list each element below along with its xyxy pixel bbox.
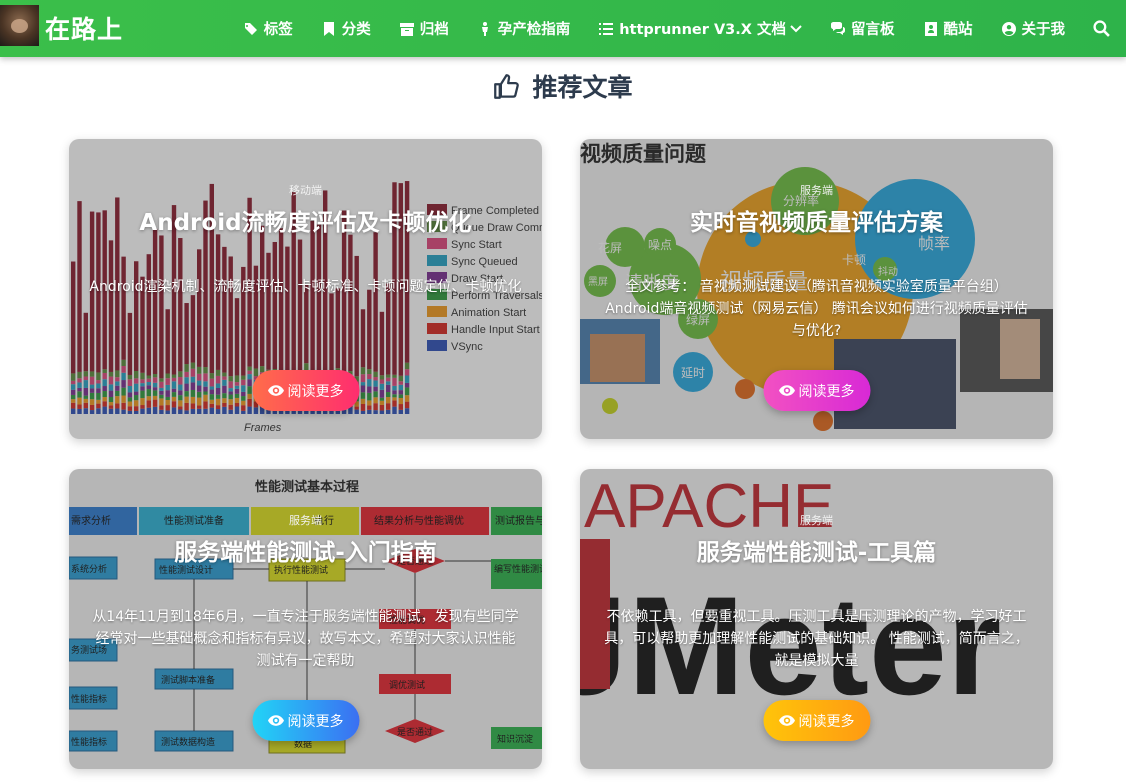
comments-icon — [831, 21, 845, 35]
nav-item-label: 留言板 — [851, 22, 895, 38]
article-card[interactable]: Frame Completed Queue Draw Command Sync … — [69, 139, 542, 439]
nav-item-categories[interactable]: 分类 — [321, 18, 371, 39]
nav-item-pregnancy-guide[interactable]: 孕产检指南 — [477, 18, 571, 39]
nav-item-httprunner-docs[interactable]: httprunner V3.X 文档 — [598, 18, 802, 39]
section-title-text: 推荐文章 — [532, 73, 633, 102]
card-content: 服务端 服务端性能测试-工具篇 不依赖工具，但要重视工具。压测工具是压测理论的产… — [580, 469, 1053, 769]
site-brand[interactable]: 在路上 — [45, 10, 123, 46]
eye-icon — [779, 385, 795, 396]
top-navbar: 在路上 标签 分类 归档 孕产检指南 httprunner V3.X 文档 留言… — [0, 0, 1126, 57]
nav-item-label: 分类 — [341, 22, 371, 38]
card-title[interactable]: 实时音视频质量评估方案 — [580, 203, 1053, 237]
nav-item-label: httprunner V3.X 文档 — [619, 22, 786, 38]
article-card[interactable]: 性能测试基本过程 需求分析 性能测试准备 执行 结果分析与性能调优 测试报告与 — [69, 469, 542, 769]
nav-item-label: 标签 — [263, 22, 293, 38]
card-category[interactable]: 服务端 — [580, 182, 1053, 198]
list-icon — [599, 22, 614, 35]
search-icon[interactable] — [1093, 20, 1110, 37]
read-more-label: 阅读更多 — [287, 713, 344, 730]
card-content: 服务端 实时音视频质量评估方案 全文参考： 音视频测试建议（腾讯音视频实验室质量… — [580, 139, 1053, 439]
card-title[interactable]: 服务端性能测试-入门指南 — [69, 533, 542, 567]
tags-icon — [243, 22, 257, 35]
card-title[interactable]: 服务端性能测试-工具篇 — [580, 533, 1053, 567]
person-icon — [481, 21, 488, 36]
nav-item-label: 酷站 — [943, 22, 973, 38]
nav-item-archives[interactable]: 归档 — [399, 18, 449, 39]
article-card[interactable]: 视频质量问题 分辨率 帧率 视频质量 清晰度 花屏 噪点 卡顿 抖动 黑屏 绿屏… — [580, 139, 1053, 439]
card-category[interactable]: 移动端 — [69, 182, 542, 198]
read-more-label: 阅读更多 — [798, 383, 855, 400]
card-summary: 不依赖工具，但要重视工具。压测工具是压测理论的产物，学习好工具，可以帮助更加理解… — [604, 609, 1029, 669]
user-circle-icon — [1001, 21, 1016, 36]
avatar[interactable] — [0, 5, 39, 46]
bookmark-icon — [323, 21, 334, 36]
card-title[interactable]: Android流畅度评估及卡顿优化 — [69, 203, 542, 237]
chevron-down-icon — [790, 24, 802, 32]
thumbs-up-icon — [494, 73, 520, 99]
nav-item-label: 关于我 — [1021, 22, 1066, 38]
card-summary: 从14年11月到18年6月，一直专注于服务端性能测试，发现有些同学经常对一些基础… — [92, 609, 519, 669]
card-summary: Android渲染机制、流畅度评估、卡顿标准、卡顿问题定位、卡顿优化 — [89, 279, 522, 295]
nav-item-guestbook[interactable]: 留言板 — [830, 18, 895, 39]
eye-icon — [779, 715, 795, 726]
eye-icon — [268, 715, 284, 726]
nav-item-label: 归档 — [419, 22, 449, 38]
read-more-button[interactable]: 阅读更多 — [763, 700, 870, 741]
card-content: 移动端 Android流畅度评估及卡顿优化 Android渲染机制、流畅度评估、… — [69, 139, 542, 439]
read-more-button[interactable]: 阅读更多 — [252, 700, 359, 741]
nav-item-cool-sites[interactable]: 酷站 — [923, 18, 973, 39]
card-content: 服务端 服务端性能测试-入门指南 从14年11月到18年6月，一直专注于服务端性… — [69, 469, 542, 769]
contact-icon — [924, 21, 937, 36]
read-more-label: 阅读更多 — [798, 713, 855, 730]
read-more-button[interactable]: 阅读更多 — [252, 370, 359, 411]
card-summary: 全文参考： 音视频测试建议（腾讯音视频实验室质量平台组） Android端音视频… — [605, 279, 1028, 339]
archive-icon — [399, 22, 414, 36]
nav-menu: 标签 分类 归档 孕产检指南 httprunner V3.X 文档 留言板 酷站 — [215, 0, 1110, 57]
section-title: 推荐文章 — [0, 68, 1126, 104]
nav-item-tags[interactable]: 标签 — [243, 18, 293, 39]
card-category[interactable]: 服务端 — [69, 512, 542, 528]
article-card[interactable]: APACHE JMeter 服务端 服务端性能测试-工具篇 不依赖工具，但要重视… — [580, 469, 1053, 769]
nav-item-label: 孕产检指南 — [497, 22, 571, 38]
read-more-label: 阅读更多 — [287, 383, 344, 400]
eye-icon — [268, 385, 284, 396]
card-category[interactable]: 服务端 — [580, 512, 1053, 528]
read-more-button[interactable]: 阅读更多 — [763, 370, 870, 411]
nav-item-about[interactable]: 关于我 — [1001, 18, 1066, 39]
